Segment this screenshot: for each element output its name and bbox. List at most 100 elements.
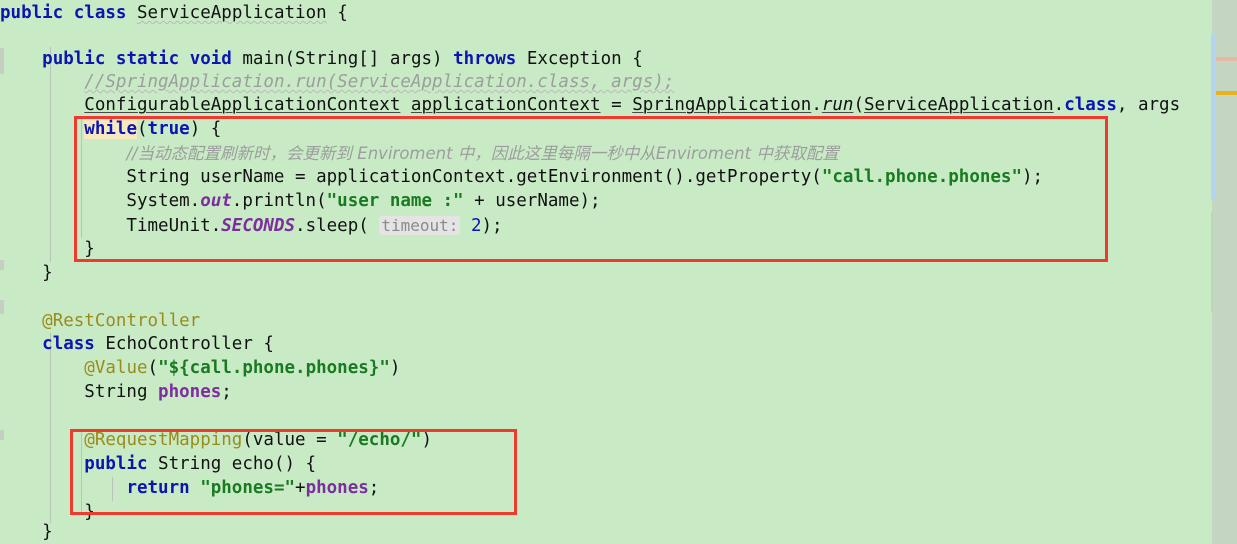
code-token: ; — [221, 382, 232, 402]
code-line[interactable] — [0, 25, 11, 49]
code-line[interactable]: //SpringApplication.run(ServiceApplicati… — [0, 71, 674, 95]
code-token: . — [811, 95, 822, 115]
code-token: TimeUnit. — [0, 216, 222, 236]
scrollbar-tail-guide — [1211, 212, 1213, 312]
code-token: ) — [421, 430, 433, 450]
code-token: ; — [368, 478, 380, 498]
code-token: "user name :" — [326, 191, 464, 211]
code-token: ( — [853, 95, 865, 115]
code-line[interactable]: ConfigurableApplicationContext applicati… — [0, 94, 1180, 118]
code-line[interactable]: @Value("${call.phone.phones}") — [0, 357, 400, 381]
code-line[interactable]: String phones; — [0, 381, 232, 405]
code-token: 2 — [470, 216, 482, 236]
code-token: public — [0, 3, 64, 23]
code-token: while — [84, 119, 137, 139]
code-token: .println( — [231, 191, 327, 211]
code-line[interactable]: public class ServiceApplication { — [0, 2, 348, 26]
code-line[interactable]: TimeUnit.SECONDS.sleep( timeout: 2); — [0, 214, 503, 238]
code-token: phones — [305, 478, 369, 498]
code-line[interactable]: public String echo() { — [0, 453, 316, 477]
code-token: out — [200, 191, 232, 211]
code-token: String — [0, 382, 159, 402]
code-token: } — [0, 263, 53, 283]
code-token: Exception { — [516, 49, 643, 69]
code-token: EchoController { — [94, 334, 274, 354]
code-token: void — [189, 49, 232, 69]
code-token: @RequestMapping — [84, 430, 243, 450]
code-token: class — [1064, 95, 1117, 115]
code-token: static — [115, 49, 180, 69]
code-line[interactable]: } — [0, 262, 53, 286]
code-line[interactable]: while(true) { — [0, 118, 221, 142]
code-token: phones — [158, 382, 222, 402]
code-token: @RestController — [42, 311, 201, 331]
code-line[interactable]: class EchoController { — [0, 333, 274, 357]
code-token: run — [821, 95, 854, 115]
code-line[interactable]: } — [0, 238, 95, 262]
code-token: ); — [1022, 167, 1044, 187]
code-token: (value = — [242, 430, 338, 450]
code-token: public — [84, 454, 148, 474]
code-line[interactable]: //当动态配置刷新时，会更新到 Enviroment 中，因此这里每隔一秒中从E… — [0, 142, 839, 166]
code-line[interactable]: String userName = applicationContext.get… — [0, 166, 1043, 190]
code-token: class — [42, 334, 95, 354]
code-line[interactable]: @RestController — [0, 310, 200, 334]
code-token: ServiceApplication — [864, 95, 1054, 115]
code-token: @Value — [84, 358, 148, 378]
code-token: } — [0, 522, 53, 542]
code-token: main(String[] args) — [231, 49, 454, 69]
code-token: System. — [0, 191, 201, 211]
code-line[interactable] — [0, 405, 11, 429]
code-token: ( — [147, 358, 159, 378]
code-line[interactable]: } — [0, 521, 53, 544]
code-editor-pane[interactable]: public class ServiceApplication { public… — [0, 0, 1237, 544]
code-token: SECONDS — [221, 216, 296, 236]
code-token: "/echo/" — [337, 430, 422, 450]
code-line[interactable]: System.out.println("user name :" + userN… — [0, 190, 600, 214]
code-token: SpringApplication — [632, 95, 812, 115]
code-token: .sleep( — [295, 216, 369, 236]
code-line[interactable]: public static void main(String[] args) t… — [0, 48, 643, 72]
code-token: "call.phone.phones" — [821, 167, 1022, 187]
code-token: String userName = applicationContext.get… — [0, 167, 822, 187]
code-token: public — [42, 49, 106, 69]
code-token: //SpringApplication.run(ServiceApplicati… — [84, 72, 675, 92]
code-token: + — [295, 478, 306, 498]
vertical-scrollbar-thumb[interactable] — [1211, 33, 1216, 200]
code-token: throws — [453, 49, 517, 69]
code-token: } — [0, 239, 95, 259]
code-token: //当动态配置刷新时，会更新到 Enviroment 中，因此这里每隔一秒中从E… — [126, 144, 839, 163]
code-token: ); — [481, 216, 503, 236]
code-line[interactable] — [0, 286, 11, 310]
code-token: true — [147, 119, 190, 139]
code-surface[interactable]: public class ServiceApplication { public… — [0, 0, 1212, 544]
code-token: , args — [1116, 95, 1181, 115]
code-token: "${call.phone.phones}" — [158, 358, 390, 378]
code-token: ) — [389, 358, 401, 378]
code-line[interactable]: @RequestMapping(value = "/echo/") — [0, 429, 432, 453]
code-line[interactable]: return "phones="+phones; — [0, 477, 379, 501]
code-token: } — [0, 502, 95, 522]
code-token: String echo() { — [147, 454, 317, 474]
code-token: applicationContext — [410, 95, 601, 115]
code-token: return — [126, 478, 190, 498]
code-token: . — [1053, 95, 1065, 115]
